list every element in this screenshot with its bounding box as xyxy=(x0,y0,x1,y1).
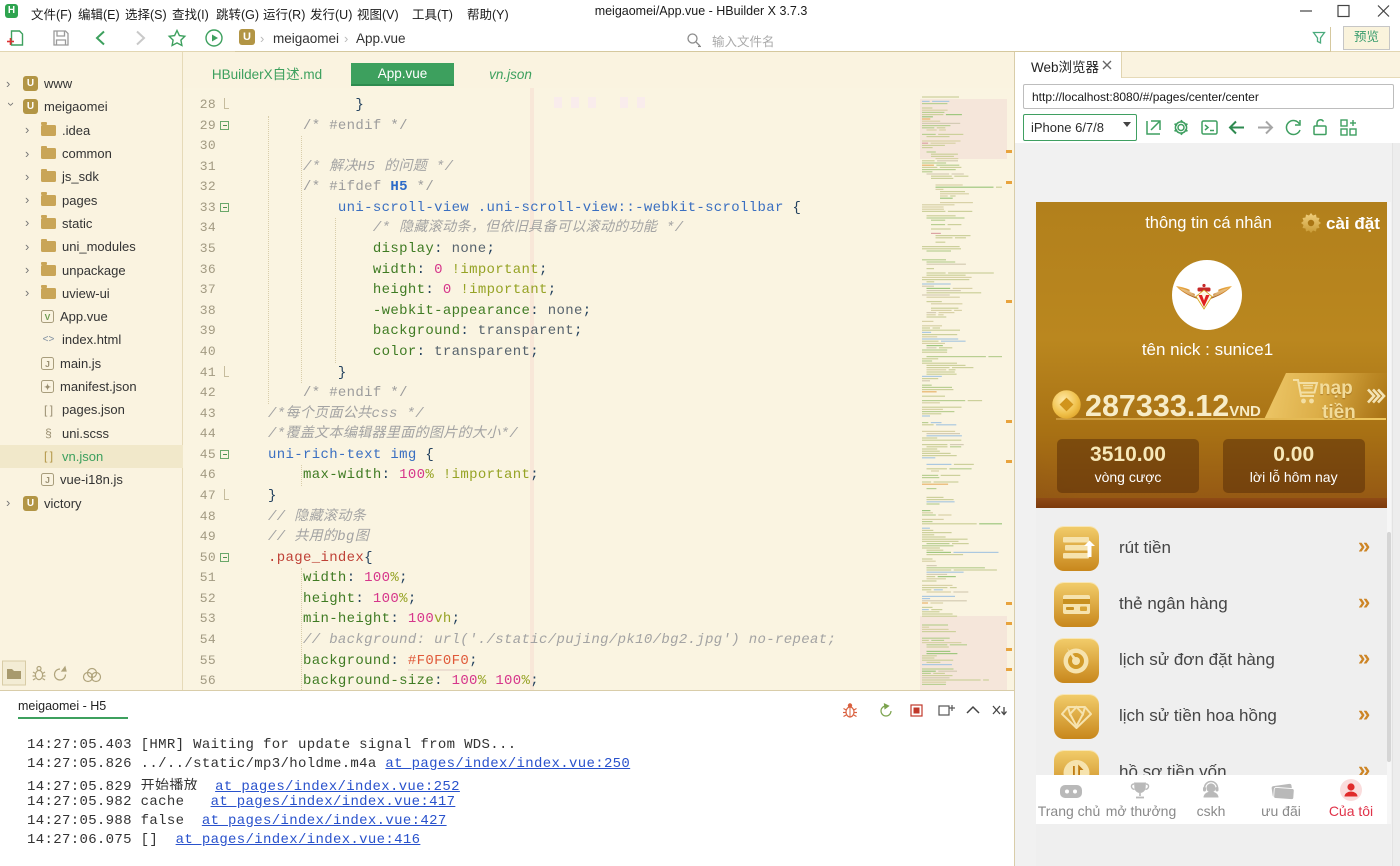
svg-text:cskh: cskh xyxy=(1197,803,1226,819)
svg-text:mở thưởng: mở thưởng xyxy=(1106,803,1177,819)
svg-text:ưu đãi: ưu đãi xyxy=(1261,803,1301,819)
svg-text:Của tôi: Của tôi xyxy=(1329,803,1373,819)
svg-text:Trang chủ: Trang chủ xyxy=(1038,803,1101,819)
